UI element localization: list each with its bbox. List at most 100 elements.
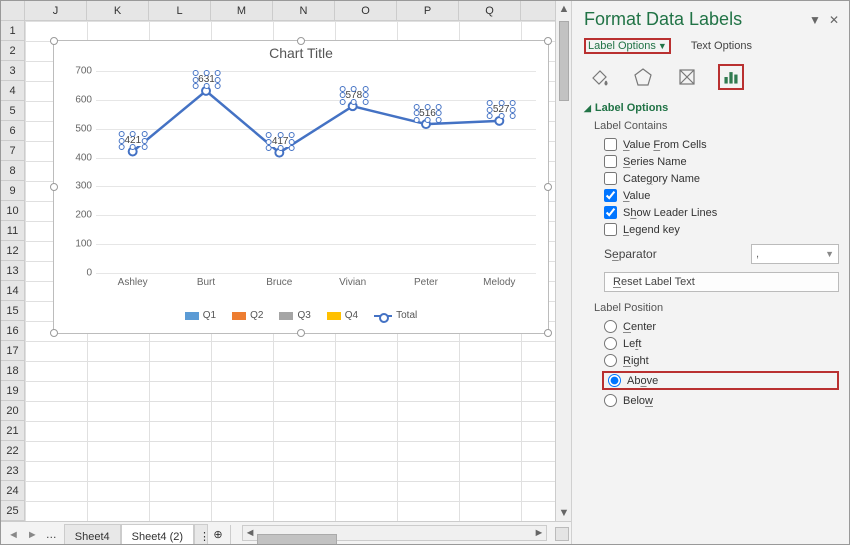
reset-label-text-button[interactable]: Reset Label Text [604,272,839,292]
data-label-handle[interactable] [362,92,368,98]
resize-handle[interactable] [297,329,305,337]
data-label-handle[interactable] [215,70,221,76]
size-properties-icon[interactable] [674,64,700,90]
column-header[interactable]: J [25,1,87,20]
row-header[interactable]: 10 [1,201,24,221]
row-header[interactable]: 5 [1,101,24,121]
scroll-up-arrow[interactable]: ▲ [558,3,570,15]
view-controls[interactable] [555,527,569,541]
row-header[interactable]: 19 [1,381,24,401]
column-header[interactable]: Q [459,1,521,20]
data-label-handle[interactable] [339,92,345,98]
column-header[interactable]: O [335,1,397,20]
section-label-options[interactable]: ◢Label Options [584,102,839,114]
radio-above[interactable]: Above [602,371,839,390]
data-label-handle[interactable] [413,104,419,110]
data-label-handle[interactable] [141,144,147,150]
column-header[interactable]: M [211,1,273,20]
close-icon[interactable]: ✕ [829,13,839,27]
row-header[interactable]: 13 [1,261,24,281]
tab-label-options[interactable]: Label Options ▼ [584,38,671,54]
data-label-handle[interactable] [130,131,136,137]
legend-item[interactable]: Q4 [327,310,358,321]
data-label[interactable]: 516 [417,108,438,119]
data-label-handle[interactable] [266,139,272,145]
data-label-handle[interactable] [192,77,198,83]
row-header[interactable]: 14 [1,281,24,301]
data-label-handle[interactable] [289,145,295,151]
scroll-left-arrow[interactable]: ◄ [243,527,257,539]
row-header[interactable]: 4 [1,81,24,101]
hscroll-thumb[interactable] [257,534,337,544]
row-header[interactable]: 18 [1,361,24,381]
legend-item[interactable]: Q2 [232,310,263,321]
data-label-handle[interactable] [413,110,419,116]
resize-handle[interactable] [544,329,552,337]
row-header[interactable]: 17 [1,341,24,361]
row-header[interactable]: 24 [1,481,24,501]
radio-below[interactable]: Below [604,394,839,407]
data-label-handle[interactable] [266,145,272,151]
resize-handle[interactable] [50,329,58,337]
row-header[interactable]: 16 [1,321,24,341]
legend-item[interactable]: Total [374,310,417,321]
data-label-handle[interactable] [192,83,198,89]
column-header[interactable]: P [397,1,459,20]
row-header[interactable]: 11 [1,221,24,241]
data-label-handle[interactable] [339,86,345,92]
tab-text-options[interactable]: Text Options [687,38,756,54]
sheet-tab-active[interactable]: Sheet4 (2) [121,524,194,544]
row-header[interactable]: 1 [1,21,24,41]
checkbox-series-name[interactable]: Series Name [604,155,839,168]
row-header[interactable]: 25 [1,501,24,521]
data-label-handle[interactable] [425,104,431,110]
data-label-handle[interactable] [510,100,516,106]
row-header[interactable]: 2 [1,41,24,61]
sheet-nav[interactable]: ◄►… [1,522,64,544]
pane-options-icon[interactable]: ▼ [809,13,821,27]
data-label-handle[interactable] [289,139,295,145]
bar-chart-icon[interactable] [718,64,744,90]
data-label-handle[interactable] [436,104,442,110]
chart-title[interactable]: Chart Title [54,41,548,63]
paint-bucket-icon[interactable] [586,64,612,90]
column-header[interactable]: K [87,1,149,20]
data-label-handle[interactable] [215,77,221,83]
row-header[interactable]: 22 [1,441,24,461]
radio-center[interactable]: Center [604,320,839,333]
scroll-right-arrow[interactable]: ► [532,527,546,539]
data-label-handle[interactable] [436,117,442,123]
data-label-handle[interactable] [141,131,147,137]
row-header[interactable]: 20 [1,401,24,421]
legend-item[interactable]: Q3 [279,310,310,321]
data-label-handle[interactable] [498,100,504,106]
data-label-handle[interactable] [487,100,493,106]
row-header[interactable]: 3 [1,61,24,81]
data-label-handle[interactable] [362,99,368,105]
data-label-handle[interactable] [289,132,295,138]
row-header[interactable]: 6 [1,121,24,141]
data-label-handle[interactable] [510,113,516,119]
data-label-handle[interactable] [277,132,283,138]
data-label[interactable]: 631 [196,74,217,85]
row-header[interactable]: 7 [1,141,24,161]
data-label-handle[interactable] [351,86,357,92]
data-label[interactable]: 421 [122,135,143,146]
scroll-down-arrow[interactable]: ▼ [558,507,570,519]
data-label-handle[interactable] [204,70,210,76]
radio-left[interactable]: Left [604,337,839,350]
data-label-handle[interactable] [487,113,493,119]
total-line[interactable] [96,71,536,273]
column-header[interactable]: L [149,1,211,20]
row-header[interactable]: 9 [1,181,24,201]
data-label-handle[interactable] [413,117,419,123]
radio-right[interactable]: Right [604,354,839,367]
row-header[interactable]: 8 [1,161,24,181]
sheet-tab[interactable]: Sheet4 [64,524,121,544]
embedded-chart[interactable]: Chart Title 0100200300400500600700 Ashle… [53,40,549,334]
data-label[interactable]: 417 [270,136,291,147]
checkbox-value[interactable]: Value [604,189,839,202]
checkbox-value-from-cells[interactable]: Value From Cells [604,138,839,151]
vscroll-thumb[interactable] [559,21,569,101]
data-label-handle[interactable] [436,110,442,116]
